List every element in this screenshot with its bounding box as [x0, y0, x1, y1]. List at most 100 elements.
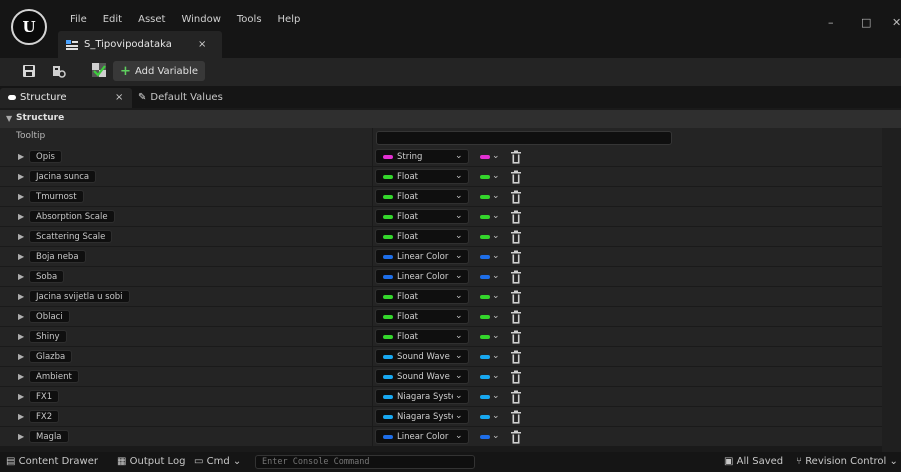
container-type-icon[interactable]: [480, 175, 490, 179]
container-type-icon[interactable]: [480, 215, 490, 219]
menu-item-edit[interactable]: Edit: [95, 14, 130, 25]
delete-icon[interactable]: [510, 430, 522, 444]
column-divider[interactable]: [372, 128, 373, 452]
delete-icon[interactable]: [510, 310, 522, 324]
container-type-icon[interactable]: [480, 255, 490, 259]
chevron-down-icon[interactable]: ⌄: [492, 271, 500, 281]
close-icon[interactable]: ×: [198, 39, 206, 50]
chevron-down-icon[interactable]: ⌄: [492, 351, 500, 361]
container-type-icon[interactable]: [480, 375, 490, 379]
expand-arrow-icon[interactable]: ▶: [18, 312, 24, 321]
expand-arrow-icon[interactable]: ▶: [18, 192, 24, 201]
browse-icon[interactable]: [52, 64, 66, 78]
scrollbar-track[interactable]: [882, 128, 901, 452]
delete-icon[interactable]: [510, 190, 522, 204]
menu-item-window[interactable]: Window: [173, 14, 228, 25]
variable-name-field[interactable]: Tmurnost: [29, 190, 84, 203]
variable-row[interactable]: ▶ Boja neba Linear Color ⌄ ⌄: [0, 247, 882, 267]
variable-name-field[interactable]: Boja neba: [29, 250, 86, 263]
container-type-icon[interactable]: [480, 435, 490, 439]
variable-row[interactable]: ▶ Tmurnost Float ⌄ ⌄: [0, 187, 882, 207]
content-drawer-button[interactable]: ▤ Content Drawer: [6, 456, 98, 467]
chevron-down-icon[interactable]: ⌄: [492, 311, 500, 321]
variable-type-dropdown[interactable]: String ⌄: [375, 149, 469, 164]
variable-name-field[interactable]: Jacina svijetla u sobi: [29, 290, 130, 303]
variable-type-dropdown[interactable]: Linear Color ⌄: [375, 249, 469, 264]
tab-default-values[interactable]: ✎ Default Values: [138, 92, 223, 103]
delete-icon[interactable]: [510, 410, 522, 424]
maximize-icon[interactable]: □: [861, 16, 871, 29]
menu-item-file[interactable]: File: [62, 14, 95, 25]
menu-item-asset[interactable]: Asset: [130, 14, 173, 25]
console-command-input[interactable]: [255, 455, 475, 469]
variable-type-dropdown[interactable]: Niagara Syste ⌄: [375, 409, 469, 424]
variable-row[interactable]: ▶ Soba Linear Color ⌄ ⌄: [0, 267, 882, 287]
variable-type-dropdown[interactable]: Float ⌄: [375, 209, 469, 224]
expand-arrow-icon[interactable]: ▶: [18, 372, 24, 381]
chevron-down-icon[interactable]: ⌄: [492, 211, 500, 221]
chevron-down-icon[interactable]: ⌄: [492, 151, 500, 161]
cmd-dropdown[interactable]: ▭ Cmd ⌄: [194, 456, 241, 467]
delete-icon[interactable]: [510, 390, 522, 404]
delete-icon[interactable]: [510, 170, 522, 184]
variable-name-field[interactable]: Magla: [29, 430, 69, 443]
tooltip-input[interactable]: [376, 131, 672, 145]
variable-type-dropdown[interactable]: Float ⌄: [375, 189, 469, 204]
expand-arrow-icon[interactable]: ▶: [18, 292, 24, 301]
output-log-button[interactable]: ▦ Output Log: [117, 456, 185, 467]
menu-item-help[interactable]: Help: [270, 14, 309, 25]
delete-icon[interactable]: [510, 270, 522, 284]
container-type-icon[interactable]: [480, 275, 490, 279]
variable-name-field[interactable]: Shiny: [29, 330, 67, 343]
variable-name-field[interactable]: Scattering Scale: [29, 230, 113, 243]
delete-icon[interactable]: [510, 290, 522, 304]
variable-type-dropdown[interactable]: Float ⌄: [375, 309, 469, 324]
variable-row[interactable]: ▶ Glazba Sound Wave ⌄ ⌄: [0, 347, 882, 367]
variable-name-field[interactable]: Glazba: [29, 350, 73, 363]
container-type-icon[interactable]: [480, 195, 490, 199]
close-window-icon[interactable]: ✕: [892, 16, 901, 29]
expand-arrow-icon[interactable]: ▶: [18, 432, 24, 441]
expand-arrow-icon[interactable]: ▶: [18, 232, 24, 241]
delete-icon[interactable]: [510, 370, 522, 384]
variable-name-field[interactable]: FX1: [29, 390, 60, 403]
delete-icon[interactable]: [510, 250, 522, 264]
container-type-icon[interactable]: [480, 235, 490, 239]
chevron-down-icon[interactable]: ⌄: [492, 411, 500, 421]
variable-type-dropdown[interactable]: Float ⌄: [375, 289, 469, 304]
save-icon[interactable]: [22, 64, 36, 78]
asset-tab[interactable]: S_Tipovipodataka ×: [58, 31, 222, 58]
variable-row[interactable]: ▶ Jacina sunca Float ⌄ ⌄: [0, 167, 882, 187]
variable-row[interactable]: ▶ Shiny Float ⌄ ⌄: [0, 327, 882, 347]
delete-icon[interactable]: [510, 350, 522, 364]
variable-type-dropdown[interactable]: Float ⌄: [375, 329, 469, 344]
expand-arrow-icon[interactable]: ▶: [18, 272, 24, 281]
variable-type-dropdown[interactable]: Linear Color ⌄: [375, 269, 469, 284]
chevron-down-icon[interactable]: ⌄: [492, 431, 500, 441]
menu-item-tools[interactable]: Tools: [229, 14, 270, 25]
variable-row[interactable]: ▶ FX1 Niagara Syste ⌄ ⌄: [0, 387, 882, 407]
variable-row[interactable]: ▶ Ambient Sound Wave ⌄ ⌄: [0, 367, 882, 387]
variable-name-field[interactable]: Absorption Scale: [29, 210, 115, 223]
variable-row[interactable]: ▶ Opis String ⌄ ⌄: [0, 147, 882, 167]
delete-icon[interactable]: [510, 330, 522, 344]
section-header[interactable]: ▼ Structure: [0, 110, 901, 128]
unreal-logo-icon[interactable]: U: [11, 9, 47, 45]
delete-icon[interactable]: [510, 230, 522, 244]
chevron-down-icon[interactable]: ⌄: [492, 251, 500, 261]
delete-icon[interactable]: [510, 150, 522, 164]
revision-control-button[interactable]: ⑂ Revision Control ⌄: [796, 456, 898, 467]
variable-type-dropdown[interactable]: Float ⌄: [375, 169, 469, 184]
container-type-icon[interactable]: [480, 315, 490, 319]
chevron-down-icon[interactable]: ⌄: [492, 331, 500, 341]
expand-arrow-icon[interactable]: ▶: [18, 152, 24, 161]
expand-arrow-icon[interactable]: ▶: [18, 352, 24, 361]
expand-arrow-icon[interactable]: ▶: [18, 332, 24, 341]
expand-arrow-icon[interactable]: ▶: [18, 392, 24, 401]
diff-check-icon[interactable]: [92, 63, 106, 77]
expand-arrow-icon[interactable]: ▶: [18, 412, 24, 421]
variable-name-field[interactable]: FX2: [29, 410, 60, 423]
variable-row[interactable]: ▶ Scattering Scale Float ⌄ ⌄: [0, 227, 882, 247]
container-type-icon[interactable]: [480, 335, 490, 339]
container-type-icon[interactable]: [480, 155, 490, 159]
